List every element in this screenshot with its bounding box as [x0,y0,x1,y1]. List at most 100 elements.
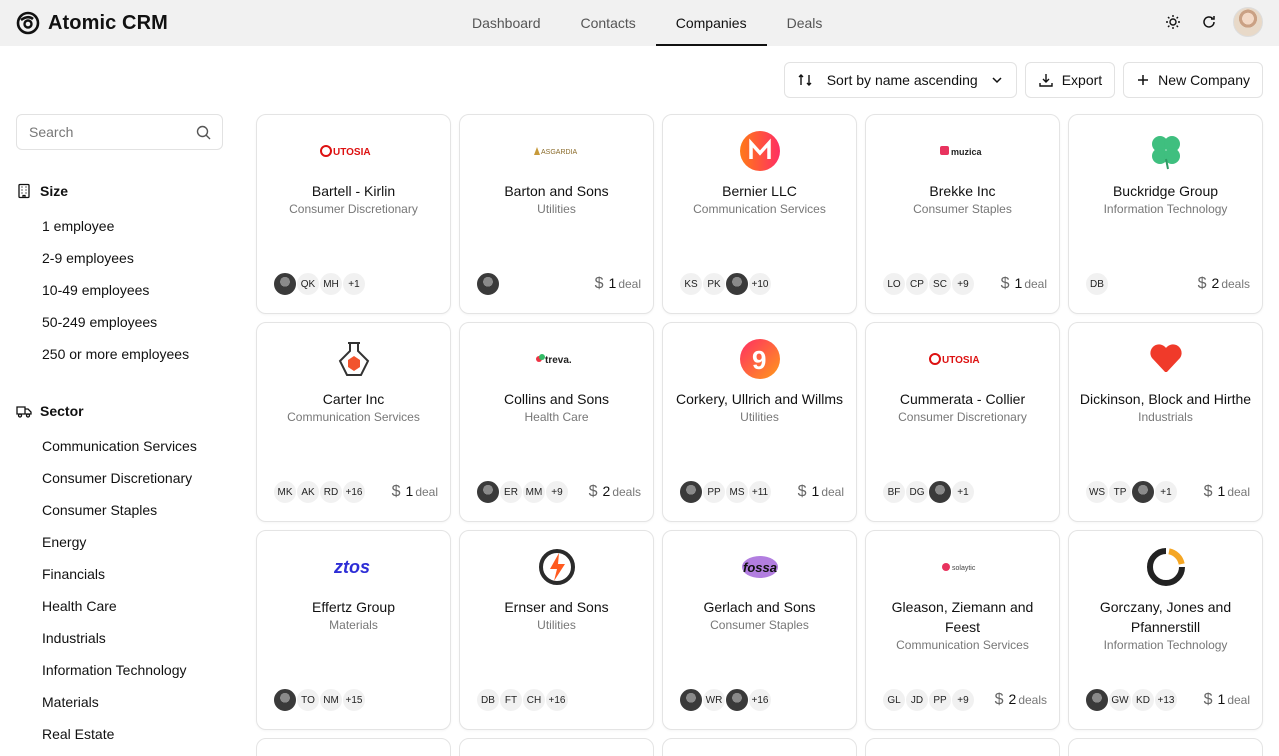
contact-avatar[interactable]: NM [319,688,343,712]
contact-avatar[interactable]: MK [273,480,297,504]
filter-sector-item[interactable]: Consumer Staples [42,494,197,526]
contact-avatar[interactable]: RD [319,480,343,504]
user-avatar[interactable] [1233,7,1263,37]
contact-avatar[interactable]: BF [882,480,906,504]
company-card[interactable]: Gorczany, Jones and Pfannerstill Informat… [1068,530,1263,730]
contact-avatar[interactable]: ER [499,480,523,504]
filter-size-2-9[interactable]: 2-9 employees [42,242,189,274]
filter-size-1[interactable]: 1 employee [42,210,189,242]
contact-avatar[interactable]: AK [296,480,320,504]
filter-sector-item[interactable]: Communication Services [42,430,197,462]
contact-avatar[interactable] [476,272,500,296]
brand[interactable]: Atomic CRM [16,11,168,35]
contact-avatar[interactable] [1085,688,1109,712]
search-input[interactable] [17,115,187,149]
company-card[interactable]: fossa Gerlach and Sons Consumer Staples WR +… [662,530,857,730]
filter-sector-item[interactable]: Materials [42,686,197,718]
refresh-icon[interactable] [1197,10,1221,34]
company-card[interactable]: UTOSIA Cummerata - Collier Consumer Discre… [865,322,1060,522]
company-card[interactable]: 9 Corkery, Ullrich and Willms Utilities PP M… [662,322,857,522]
contact-avatar[interactable]: QK [296,272,320,296]
contact-avatar[interactable]: DG [905,480,929,504]
contact-avatar[interactable] [679,688,703,712]
contact-avatar[interactable]: KS [679,272,703,296]
contact-avatar[interactable] [273,272,297,296]
contact-avatar[interactable]: LO [882,272,906,296]
search-icon[interactable] [196,125,211,140]
company-card[interactable]: Buckridge Group Information Technology DB $… [1068,114,1263,314]
company-card[interactable]: Dickinson, Block and Hirthe Industrials WS… [1068,322,1263,522]
contact-avatar[interactable] [273,688,297,712]
theme-toggle-icon[interactable] [1161,10,1185,34]
contact-avatar[interactable]: DB [476,688,500,712]
deals-number: 1 [405,483,414,499]
company-card-partial[interactable] [256,738,451,756]
contact-avatar[interactable]: DB [1085,272,1109,296]
filter-size-250-plus[interactable]: 250 or more employees [42,338,189,370]
contact-avatar[interactable]: FT [499,688,523,712]
sort-button[interactable]: Sort by name ascending [783,62,1017,98]
filter-sector-item[interactable]: Financials [42,558,197,590]
card-footer: BF DG +1 [882,479,1047,505]
contact-avatar[interactable]: PK [702,272,726,296]
company-card[interactable]: Bernier LLC Communication Services KS PK +10 [662,114,857,314]
contact-avatar[interactable]: GW [1108,688,1132,712]
tab-contacts[interactable]: Contacts [561,0,656,46]
filter-sector-item[interactable]: Consumer Discretionary [42,462,197,494]
contact-avatar[interactable]: TP [1108,480,1132,504]
company-card[interactable]: muzica Brekke Inc Consumer Staples LO CP SC +9… [865,114,1060,314]
contact-avatar[interactable] [725,688,749,712]
filter-sector-item[interactable]: Real Estate [42,718,197,750]
filter-sector-item[interactable]: Energy [42,526,197,558]
tab-deals[interactable]: Deals [767,0,843,46]
contact-avatar[interactable] [928,480,952,504]
company-card[interactable]: Ernser and Sons Utilities DB FT CH +16 [459,530,654,730]
contact-avatar[interactable]: PP [702,480,726,504]
company-card[interactable]: solaytic Gleason, Ziemann and Feest Commun… [865,530,1060,730]
contact-avatar[interactable]: SC [928,272,952,296]
contact-avatar[interactable] [679,480,703,504]
company-card[interactable]: Carter Inc Communication Services MK AK RD +1… [256,322,451,522]
contact-avatar[interactable] [725,272,749,296]
filter-sector-item[interactable]: Industrials [42,622,197,654]
contact-avatar[interactable]: CP [905,272,929,296]
contact-avatar[interactable]: KD [1131,688,1155,712]
company-card-partial[interactable] [662,738,857,756]
contact-avatar[interactable]: MS [725,480,749,504]
contact-avatar[interactable]: GL [882,688,906,712]
new-company-button[interactable]: New Company [1123,62,1263,98]
company-card[interactable]: ztos Effertz Group Materials TO NM +15 [256,530,451,730]
company-card-partial[interactable] [865,738,1060,756]
filter-sector-item[interactable]: Information Technology [42,654,197,686]
company-card[interactable]: ASGARDIA Barton and Sons Utilities $1 deal [459,114,654,314]
contact-avatar[interactable]: PP [928,688,952,712]
tab-dashboard[interactable]: Dashboard [452,0,561,46]
export-button[interactable]: Export [1024,62,1116,98]
company-name: Buckridge Group Information Technology [1077,181,1254,217]
company-card-partial[interactable] [459,738,654,756]
deals-word: deal [1024,277,1047,291]
top-bar: Atomic CRM Dashboard Contacts Companies … [0,0,1279,46]
deals-count: $1 deal [595,275,641,293]
filter-size-50-249[interactable]: 50-249 employees [42,306,189,338]
contact-avatar[interactable]: WR [702,688,726,712]
filter-sector-item[interactable]: Health Care [42,590,197,622]
contact-avatar[interactable]: MH [319,272,343,296]
contact-avatars: KS PK +10 [679,272,772,296]
filter-size-10-49[interactable]: 10-49 employees [42,274,189,306]
contact-avatar[interactable]: WS [1085,480,1109,504]
contact-avatar[interactable]: CH [522,688,546,712]
company-card[interactable]: UTOSIA Bartell - Kirlin Consumer Discretio… [256,114,451,314]
company-card-partial[interactable] [1068,738,1263,756]
contact-avatar[interactable] [1131,480,1155,504]
company-logo-icon: 9 [663,339,856,379]
contact-avatar[interactable]: JD [905,688,929,712]
contact-avatar[interactable]: MM [522,480,546,504]
tab-companies[interactable]: Companies [655,0,767,46]
dollar-icon: $ [1203,483,1213,500]
company-name-text: Barton and Sons [504,183,609,199]
company-card[interactable]: treva. Collins and Sons Health Care ER MM +9 $… [459,322,654,522]
contact-avatar[interactable]: TO [296,688,320,712]
contact-avatars: WR +16 [679,688,772,712]
contact-avatar[interactable] [476,480,500,504]
